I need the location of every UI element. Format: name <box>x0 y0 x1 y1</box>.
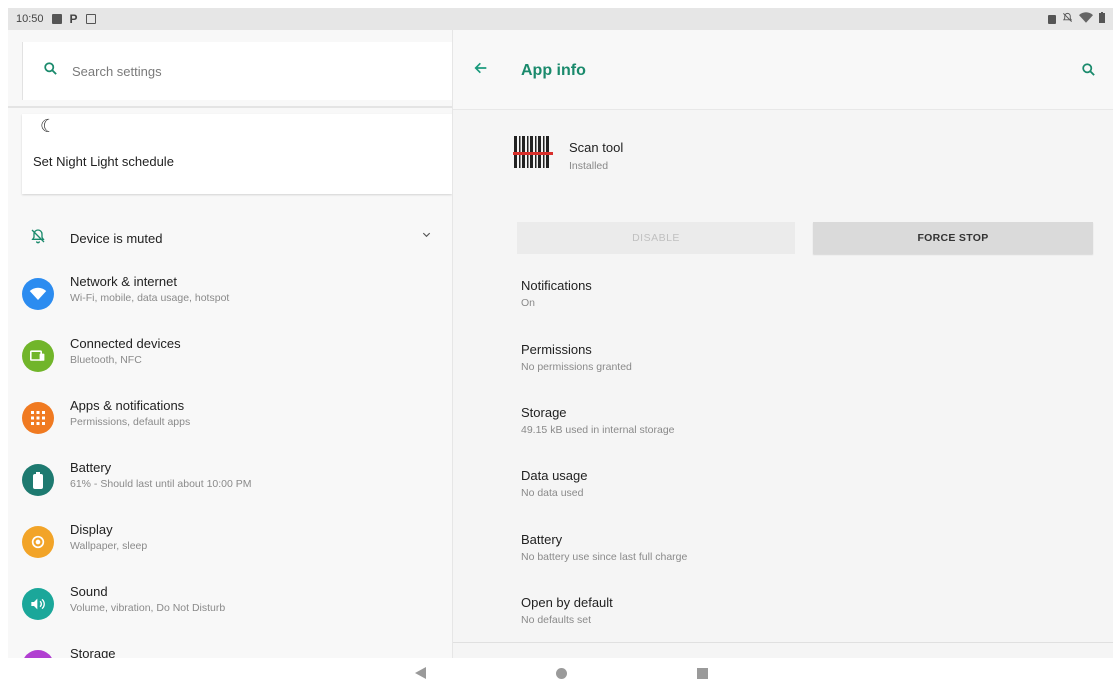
setting-subtitle: Volume, vibration, Do Not Disturb <box>70 602 226 614</box>
app-install-status: Installed <box>569 160 609 172</box>
info-permissions[interactable]: Permissions No permissions granted <box>521 342 1081 390</box>
info-title: Open by default <box>521 595 613 610</box>
brightness-icon <box>22 526 54 558</box>
app-info-pane: App info Scan tool Installed DISABLE FOR… <box>452 30 1113 658</box>
setting-title: Storage <box>70 646 116 658</box>
app-info-header: App info <box>453 30 1113 110</box>
image-icon <box>51 14 62 24</box>
apps-icon <box>22 402 54 434</box>
setting-subtitle: Bluetooth, NFC <box>70 354 142 366</box>
info-open-by-default[interactable]: Open by default No defaults set <box>521 595 1081 643</box>
setting-title: Sound <box>70 584 108 599</box>
wifi-icon <box>1079 12 1093 26</box>
setting-subtitle: 61% - Should last until about 10:00 PM <box>70 478 252 490</box>
info-title: Notifications <box>521 278 592 293</box>
night-light-label: Set Night Light schedule <box>33 154 174 169</box>
info-subtitle: No data used <box>521 487 584 499</box>
nav-back-icon[interactable] <box>415 667 426 679</box>
app-header: Scan tool Installed <box>513 134 813 184</box>
barcode-icon <box>513 136 553 172</box>
info-subtitle: No battery use since last full charge <box>521 551 688 563</box>
status-bar: 10:50 P <box>8 8 1113 30</box>
setting-title: Apps & notifications <box>70 398 185 413</box>
moon-icon: ☾ <box>40 116 57 136</box>
night-light-card[interactable]: ☾ Set Night Light schedule <box>22 114 452 194</box>
info-battery[interactable]: Battery No battery use since last full c… <box>521 532 1081 580</box>
page-title: App info <box>521 62 586 79</box>
info-notifications[interactable]: Notifications On <box>521 278 1081 326</box>
info-subtitle: No permissions granted <box>521 361 632 373</box>
info-subtitle: No defaults set <box>521 614 592 626</box>
setting-connected-devices[interactable]: Connected devices Bluetooth, NFC <box>8 332 452 382</box>
setting-battery[interactable]: Battery 61% - Should last until about 10… <box>8 456 452 506</box>
force-stop-button[interactable]: FORCE STOP <box>813 222 1093 254</box>
setting-subtitle: Permissions, default apps <box>70 416 191 428</box>
setting-title: Connected devices <box>70 336 181 351</box>
sd-icon <box>1048 14 1056 24</box>
nav-home-icon[interactable] <box>556 668 567 679</box>
wifi-icon <box>22 278 54 310</box>
battery-icon <box>22 464 54 496</box>
info-data-usage[interactable]: Data usage No data used <box>521 468 1081 516</box>
clock: 10:50 <box>16 13 44 25</box>
setting-title: Display <box>70 522 113 537</box>
info-title: Permissions <box>521 342 592 357</box>
p-icon: P <box>69 12 78 26</box>
status-left: 10:50 P <box>16 12 96 26</box>
search-settings-bar[interactable]: Search settings <box>22 42 452 100</box>
back-arrow-icon[interactable] <box>473 60 489 79</box>
setting-subtitle: Wallpaper, sleep <box>70 540 148 552</box>
info-subtitle: On <box>521 297 536 309</box>
bell-off-icon <box>30 228 46 249</box>
setting-title: Battery <box>70 460 112 475</box>
header-divider <box>8 106 452 108</box>
info-title: Data usage <box>521 468 588 483</box>
calendar-icon <box>85 14 96 24</box>
disable-button[interactable]: DISABLE <box>517 222 795 254</box>
setting-sound[interactable]: Sound Volume, vibration, Do Not Disturb <box>8 580 452 630</box>
setting-title: Network & internet <box>70 274 177 289</box>
app-name: Scan tool <box>569 140 624 155</box>
search-placeholder: Search settings <box>72 63 162 79</box>
device-muted-row[interactable]: Device is muted <box>8 218 452 258</box>
setting-subtitle: Wi-Fi, mobile, data usage, hotspot <box>70 292 230 304</box>
status-right <box>1048 12 1105 26</box>
settings-pane: Search settings ☾ Set Night Light schedu… <box>8 30 452 658</box>
search-icon[interactable] <box>1081 62 1096 82</box>
navigation-bar <box>0 658 1113 686</box>
search-icon <box>43 61 58 81</box>
info-title: Battery <box>521 532 563 547</box>
device-muted-label: Device is muted <box>70 230 163 246</box>
devices-icon <box>22 340 54 372</box>
setting-display[interactable]: Display Wallpaper, sleep <box>8 518 452 568</box>
info-title: Storage <box>521 405 567 420</box>
setting-storage[interactable]: Storage <box>8 642 452 658</box>
info-subtitle: 49.15 kB used in internal storage <box>521 424 675 436</box>
volume-icon <box>22 588 54 620</box>
setting-network-internet[interactable]: Network & internet Wi-Fi, mobile, data u… <box>8 270 452 320</box>
nav-recents-icon[interactable] <box>697 668 708 679</box>
storage-icon <box>22 650 54 658</box>
list-divider <box>453 642 1113 643</box>
mute-icon <box>1062 12 1073 26</box>
battery-icon <box>1099 12 1105 26</box>
chevron-down-icon[interactable] <box>421 229 432 243</box>
info-storage[interactable]: Storage 49.15 kB used in internal storag… <box>521 405 1081 453</box>
setting-apps-notifications[interactable]: Apps & notifications Permissions, defaul… <box>8 394 452 444</box>
